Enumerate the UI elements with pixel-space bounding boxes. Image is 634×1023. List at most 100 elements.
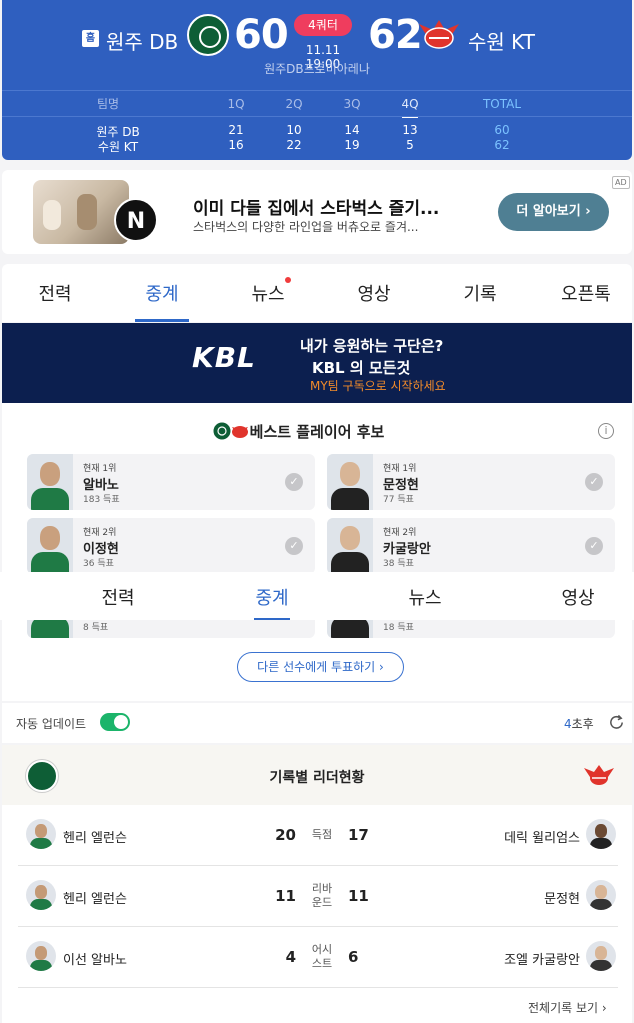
- ad-mark[interactable]: AD: [612, 176, 630, 189]
- active-tab-indicator: [135, 319, 189, 322]
- tab-lineup[interactable]: 전력: [15, 280, 95, 306]
- kbl-banner-line3: MY팀 구독으로 시작하세요: [310, 379, 446, 393]
- tab-records[interactable]: 기록: [440, 280, 520, 306]
- auto-update-toggle[interactable]: [100, 713, 130, 731]
- countdown-number: 4: [564, 717, 572, 731]
- home-stat-value: 4: [285, 948, 296, 966]
- home-score: 60: [234, 12, 289, 58]
- player-card[interactable]: 현재 2위 카굴랑안 38 득표 ✓: [327, 518, 615, 574]
- home-stat-value: 11: [275, 887, 296, 905]
- leader-row[interactable]: 헨리 엘런슨 11 리바운드 11 문정현: [18, 866, 618, 927]
- away-player-name: 문정현: [544, 892, 580, 907]
- home-player-name: 이선 알바노: [63, 953, 127, 968]
- tab-news[interactable]: 뉴스: [385, 584, 465, 610]
- tab-lineup[interactable]: 전력: [78, 584, 158, 610]
- away-player-photo: [586, 880, 616, 910]
- away-player-name: 데릭 윌리엄스: [504, 831, 580, 846]
- auto-update-label: 자동 업데이트: [16, 717, 87, 731]
- table-row: 수원 KT 16 22 19 5 62: [2, 138, 632, 154]
- player-name: 알바노: [83, 478, 119, 493]
- leaders-title: 기록별 리더현황: [269, 770, 365, 786]
- col-1q: 1Q: [227, 97, 245, 111]
- player-votes: 38 득표: [383, 559, 414, 569]
- player-card[interactable]: 현재 1위 문정현 77 득표 ✓: [327, 454, 615, 510]
- row-q2: 10: [286, 123, 302, 137]
- check-icon[interactable]: ✓: [285, 537, 303, 555]
- away-team-name[interactable]: 수원 KT: [468, 26, 535, 55]
- sticky-tab-bar: 전력 중계 뉴스 영상: [0, 572, 634, 620]
- away-stat-value: 6: [348, 948, 359, 966]
- home-player-name: 헨리 엘런슨: [63, 831, 127, 846]
- player-votes: 77 득표: [383, 495, 414, 505]
- row-q1: 16: [228, 138, 244, 152]
- player-votes: 183 득표: [83, 495, 120, 505]
- quarter-score-table: 팀명 1Q 2Q 3Q 4Q TOTAL: [2, 90, 632, 118]
- player-photo: [327, 454, 373, 510]
- kbl-banner-line2: KBL 의 모든것: [312, 359, 411, 377]
- best-player-title: 베스트 플레이어 후보: [249, 423, 385, 441]
- ad-learn-more-button[interactable]: 더 알아보기 ›: [498, 193, 609, 231]
- tab-opentalk[interactable]: 오픈톡: [546, 280, 626, 306]
- leaders-header: 기록별 리더현황: [2, 745, 632, 805]
- player-votes: 36 득표: [83, 559, 114, 569]
- home-team-name[interactable]: 원주 DB: [106, 26, 178, 55]
- player-photo: [327, 518, 373, 574]
- home-player-photo: [26, 941, 56, 971]
- active-tab-indicator: [254, 618, 290, 620]
- row-q3: 14: [344, 123, 360, 137]
- check-icon[interactable]: ✓: [585, 537, 603, 555]
- row-total: 62: [494, 138, 510, 152]
- auto-update-bar: 자동 업데이트 4초후: [2, 703, 632, 743]
- ad-title[interactable]: 이미 다들 집에서 스타벅스 즐기...: [193, 194, 439, 219]
- kbl-banner[interactable]: KBL 내가 응원하는 구단은? KBL 의 모든것 MY팀 구독으로 시작하세…: [2, 323, 632, 403]
- home-stat-value: 20: [275, 826, 296, 844]
- refresh-countdown: 4초후: [564, 715, 594, 732]
- home-player-photo: [26, 880, 56, 910]
- leader-row[interactable]: 헨리 엘런슨 20 득점 17 데릭 윌리엄스: [18, 805, 618, 866]
- tab-video[interactable]: 영상: [538, 584, 618, 610]
- row-q3: 19: [344, 138, 360, 152]
- away-player-photo: [586, 819, 616, 849]
- all-records-link[interactable]: 전체기록 보기 ›: [528, 999, 607, 1016]
- refresh-icon[interactable]: [608, 714, 625, 731]
- player-votes: 18 득표: [383, 623, 414, 633]
- tab-news[interactable]: 뉴스: [228, 280, 308, 306]
- player-card[interactable]: 현재 1위 알바노 183 득표 ✓: [27, 454, 315, 510]
- table-header-row: 팀명 1Q 2Q 3Q 4Q TOTAL: [2, 90, 632, 118]
- kbl-banner-line1: 내가 응원하는 구단은?: [300, 337, 444, 355]
- col-team: 팀명: [96, 97, 120, 111]
- away-stat-value: 11: [348, 887, 369, 905]
- player-card[interactable]: 현재 2위 이정현 36 득표 ✓: [27, 518, 315, 574]
- check-icon[interactable]: ✓: [285, 473, 303, 491]
- ad-subtitle[interactable]: 스타벅스의 다양한 라인업을 버츄오로 즐겨...: [193, 218, 418, 235]
- info-icon[interactable]: i: [598, 423, 614, 439]
- stat-category: 어시스트: [311, 943, 333, 970]
- col-total: TOTAL: [482, 97, 522, 111]
- col-3q: 3Q: [343, 97, 361, 111]
- player-rank: 현재 1위: [383, 464, 417, 474]
- db-team-logo[interactable]: [187, 14, 229, 56]
- player-name: 카굴랑안: [383, 542, 431, 557]
- away-score: 62: [368, 12, 423, 58]
- tab-video[interactable]: 영상: [334, 280, 414, 306]
- kt-team-logo[interactable]: [415, 16, 463, 52]
- col-4q: 4Q: [380, 90, 440, 118]
- away-stat-value: 17: [348, 826, 369, 844]
- row-q4: 13: [402, 123, 418, 137]
- tab-live[interactable]: 중계: [122, 280, 202, 306]
- nespresso-logo[interactable]: N: [114, 198, 158, 242]
- table-row: 원주 DB 21 10 14 13 60: [2, 123, 632, 139]
- stat-category: 리바운드: [311, 882, 333, 909]
- check-icon[interactable]: ✓: [585, 473, 603, 491]
- vote-other-player-button[interactable]: 다른 선수에게 투표하기 ›: [237, 652, 404, 682]
- scoreboard: 홈 원주 DB 60 4쿼터 11.11 19:00 62 수원 KT 원주DB…: [2, 0, 632, 160]
- home-player-photo: [26, 819, 56, 849]
- leader-row[interactable]: 이선 알바노 4 어시스트 6 조엘 카굴랑안: [18, 927, 618, 988]
- leaders-section: 기록별 리더현황 헨리 엘런슨 20 득점 17 데릭 윌리엄스 헨리 엘런슨 …: [2, 745, 632, 1023]
- tab-live[interactable]: 중계: [232, 584, 312, 610]
- player-votes: 8 득표: [83, 623, 109, 633]
- row-total: 60: [494, 123, 510, 137]
- new-indicator-dot: [285, 277, 291, 283]
- player-rank: 현재 2위: [383, 528, 417, 538]
- main-tabs: 전력 중계 뉴스 영상 기록 오픈톡: [2, 264, 632, 322]
